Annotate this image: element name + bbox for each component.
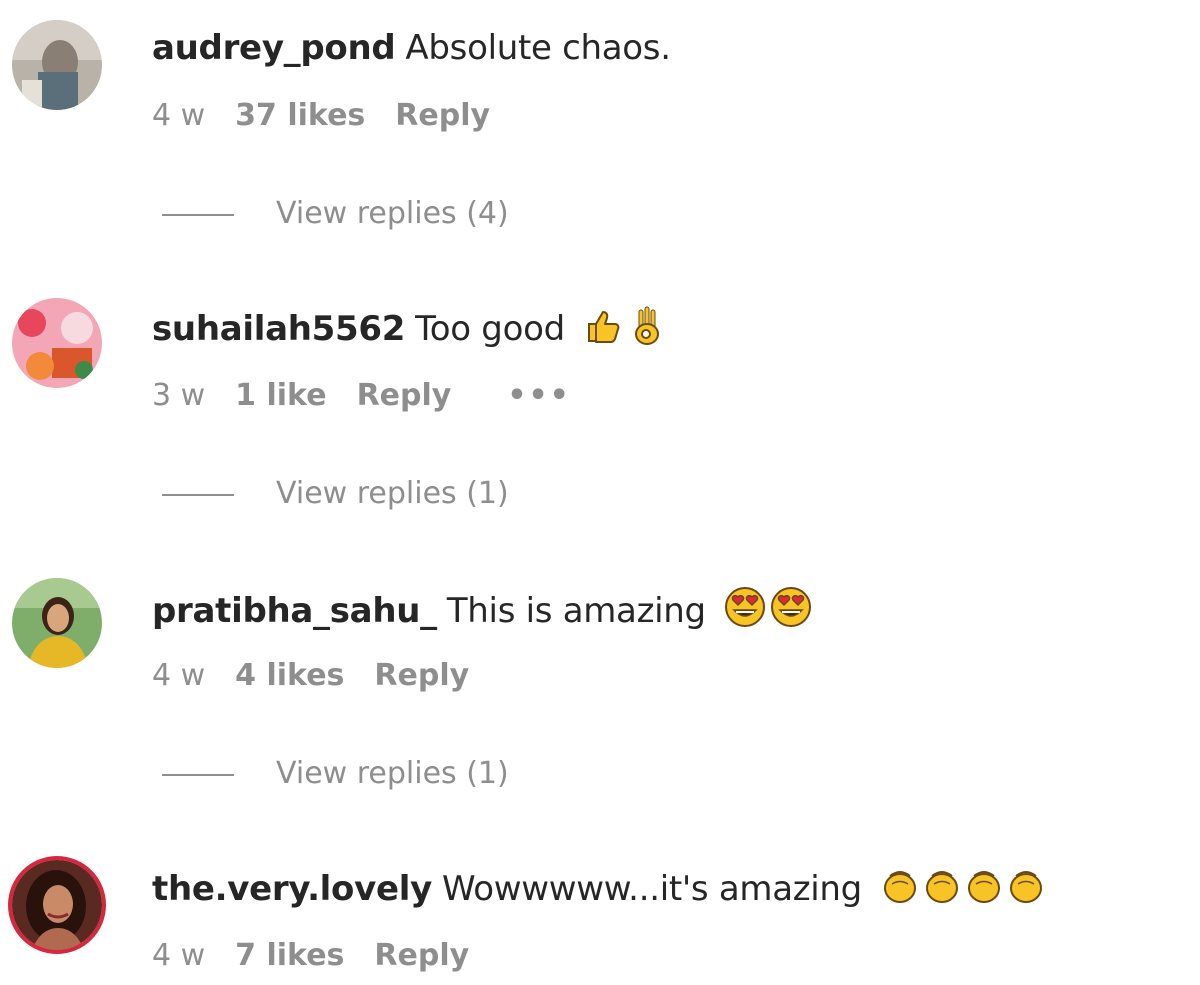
reply-button[interactable]: Reply xyxy=(357,378,452,413)
clap-icon xyxy=(964,866,1004,917)
comment-line: pratibha_sahu_ This is amazing xyxy=(152,586,812,639)
comment-text: Wowwwww...it's amazing xyxy=(441,869,862,909)
comment-meta: 3 w 1 like Reply ••• xyxy=(152,378,601,414)
reply-button[interactable]: Reply xyxy=(395,98,490,133)
view-replies-label: View replies (4) xyxy=(276,196,509,231)
clap-icon xyxy=(922,866,962,917)
comments-list: audrey_pond Absolute chaos. 4 w 37 likes Re… xyxy=(0,0,1200,985)
view-replies-button[interactable]: View replies (4) xyxy=(162,196,509,232)
view-replies-button[interactable]: View replies (1) xyxy=(162,756,509,792)
avatar[interactable] xyxy=(12,20,102,110)
comment-time: 3 w xyxy=(152,378,206,413)
reply-button[interactable]: Reply xyxy=(374,938,469,973)
thumbs-up-icon xyxy=(583,306,623,357)
comment-text: This is amazing xyxy=(446,591,706,631)
view-replies-label: View replies (1) xyxy=(276,476,509,511)
username[interactable]: audrey_pond xyxy=(152,28,396,68)
likes-count[interactable]: 1 like xyxy=(235,378,326,413)
heart-eyes-icon xyxy=(724,586,766,639)
more-options-button[interactable]: ••• xyxy=(507,378,571,413)
clap-icon xyxy=(880,866,920,917)
comment-line: the.very.lovely Wowwwww...it's amazing xyxy=(152,866,1046,917)
reply-button[interactable]: Reply xyxy=(374,658,469,693)
comment-time: 4 w xyxy=(152,98,206,133)
comment-text: Too good xyxy=(415,309,565,349)
clap-icon xyxy=(1006,866,1046,917)
username[interactable]: the.very.lovely xyxy=(152,869,432,909)
username[interactable]: suhailah5562 xyxy=(152,309,405,349)
avatar[interactable] xyxy=(12,298,102,388)
avatar-image xyxy=(12,298,102,388)
comment-meta: 4 w 37 likes Reply xyxy=(152,98,520,134)
avatar-image xyxy=(12,860,102,950)
comment-meta: 4 w 4 likes Reply xyxy=(152,658,499,694)
comment-line: audrey_pond Absolute chaos. xyxy=(152,26,671,70)
avatar-image xyxy=(12,20,102,110)
view-replies-label: View replies (1) xyxy=(276,756,509,791)
avatar[interactable] xyxy=(12,860,102,950)
comment-meta: 4 w 7 likes Reply xyxy=(152,938,499,974)
comment-line: suhailah5562 Too good xyxy=(152,306,663,357)
avatar-image xyxy=(12,578,102,668)
divider-line xyxy=(162,213,234,216)
comment-text: Absolute chaos. xyxy=(405,28,671,68)
comment-time: 4 w xyxy=(152,938,206,973)
comment-time: 4 w xyxy=(152,658,206,693)
divider-line xyxy=(162,493,234,496)
username[interactable]: pratibha_sahu_ xyxy=(152,591,437,631)
heart-eyes-icon xyxy=(770,586,812,639)
likes-count[interactable]: 37 likes xyxy=(235,98,365,133)
likes-count[interactable]: 7 likes xyxy=(235,938,344,973)
avatar[interactable] xyxy=(12,578,102,668)
likes-count[interactable]: 4 likes xyxy=(235,658,344,693)
view-replies-button[interactable]: View replies (1) xyxy=(162,476,509,512)
divider-line xyxy=(162,773,234,776)
ok-hand-icon xyxy=(631,306,663,357)
